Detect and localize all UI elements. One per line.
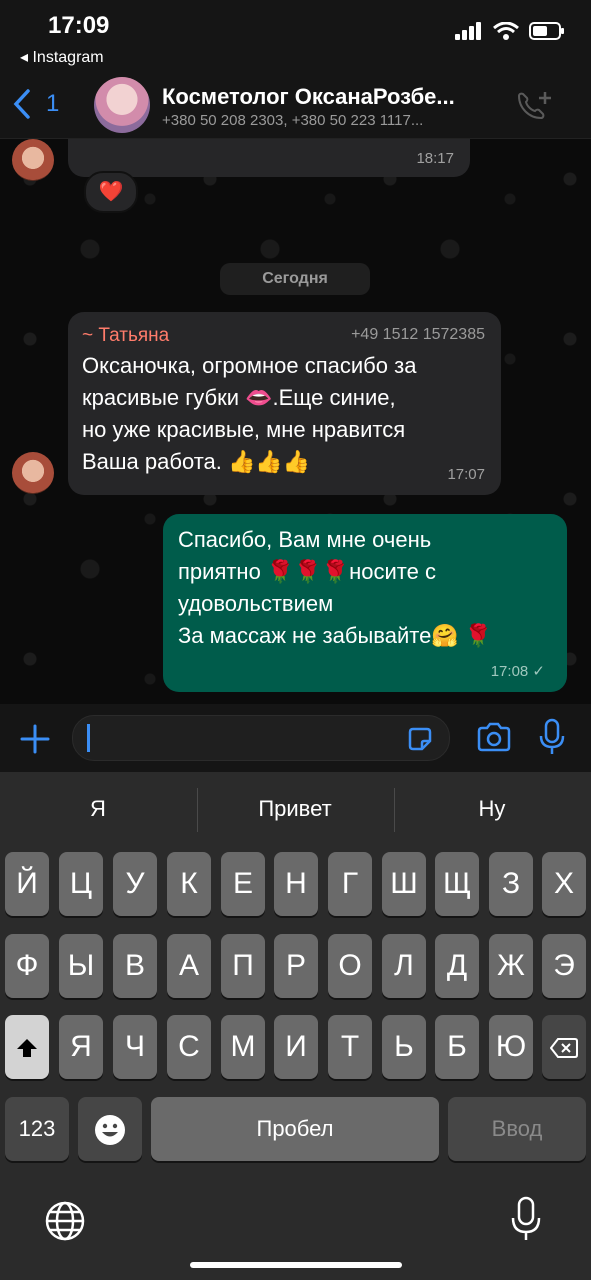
heart-reaction: ❤️ [98,181,124,203]
suggestion-divider [197,788,198,832]
key[interactable]: Ю [489,1015,533,1079]
status-time: 17:09 [48,12,110,39]
key[interactable]: Й [5,852,49,916]
key[interactable]: К [167,852,211,916]
emoji-icon [95,1115,125,1146]
key[interactable]: О [328,934,372,998]
keyboard: Я Привет Ну Й Ц У К Е Н Г Ш Щ З Х Ф Ы В … [0,772,591,1280]
unread-count: 1 [46,90,60,117]
chat-members[interactable]: +380 50 208 2303, +380 50 223 1117... [162,112,502,129]
chevron-left-icon [13,89,30,119]
sender-name[interactable]: ~ Татьяна [82,325,169,347]
key[interactable]: Щ [435,852,479,916]
camera-icon[interactable] [476,722,512,752]
chat-title[interactable]: Косметолог ОксанаРозбе... [162,84,502,110]
message-time: 18:17 [416,150,454,167]
message-input[interactable] [72,715,450,761]
message-line-2: красивые губки 👄.Еще синие, [82,385,396,410]
home-indicator [190,1262,402,1268]
plus-icon[interactable] [20,724,50,754]
chat-area[interactable]: 18:17 ❤️ Сегодня ~ Татьяна +49 1512 1572… [0,139,591,704]
key[interactable]: П [221,934,265,998]
globe-icon[interactable] [44,1200,86,1242]
reaction-badge[interactable]: ❤️ [84,171,138,213]
status-bar: 17:09 ◂ Instagram [0,0,591,70]
message-bubble-incoming[interactable]: ~ Татьяна +49 1512 1572385 Оксаночка, ог… [68,312,501,495]
key[interactable]: Г [328,852,372,916]
date-separator: Сегодня [220,263,370,295]
key[interactable]: М [221,1015,265,1079]
key[interactable]: Д [435,934,479,998]
signal-icon [455,22,481,40]
key[interactable]: Я [59,1015,103,1079]
message-line-2: приятно 🌹🌹🌹носите с [178,559,436,584]
sticker-icon[interactable] [407,726,433,752]
message-input-bar [0,704,591,772]
key[interactable]: Л [382,934,426,998]
message-line-3: удовольствием [178,591,334,616]
key[interactable]: У [113,852,157,916]
shift-key[interactable] [5,1015,49,1079]
text-cursor [87,724,90,752]
dictation-mic-icon[interactable] [510,1196,542,1242]
message-line-4: Ваша работа. 👍👍👍 [82,449,311,474]
backspace-icon [549,1038,578,1059]
wifi-icon [493,22,519,40]
message-bubble-outgoing[interactable]: Спасибо, Вам мне очень приятно 🌹🌹🌹носите… [163,514,567,692]
key[interactable]: Х [542,852,586,916]
key[interactable]: С [167,1015,211,1079]
back-button[interactable]: 1 [12,88,59,120]
sender-avatar[interactable] [12,139,54,181]
message-time-delivered: 17:08 ✓ [490,663,545,680]
key[interactable]: В [113,934,157,998]
key[interactable]: Ш [382,852,426,916]
sender-phone: +49 1512 1572385 [351,326,485,343]
backspace-key[interactable] [542,1015,586,1079]
space-key[interactable]: Пробел [151,1097,439,1161]
emoji-key[interactable] [78,1097,142,1161]
message-line-1: Спасибо, Вам мне очень [178,527,432,552]
key[interactable]: Ы [59,934,103,998]
sender-avatar[interactable] [12,452,54,494]
key[interactable]: Т [328,1015,372,1079]
key[interactable]: Ь [382,1015,426,1079]
key[interactable]: Ж [489,934,533,998]
numbers-key[interactable]: 123 [5,1097,69,1161]
key[interactable]: Ц [59,852,103,916]
back-to-instagram-link[interactable]: ◂ Instagram [20,47,104,67]
suggestion-1[interactable]: Я [8,796,188,822]
suggestion-divider [394,788,395,832]
key[interactable]: А [167,934,211,998]
suggestion-3[interactable]: Ну [402,796,582,822]
key[interactable]: Ч [113,1015,157,1079]
key[interactable]: З [489,852,533,916]
key[interactable]: Р [274,934,318,998]
chat-header: 1 Косметолог ОксанаРозбе... +380 50 208 … [0,70,591,139]
message-line-1: Оксаночка, огромное спасибо за [82,353,417,378]
key[interactable]: Б [435,1015,479,1079]
group-avatar[interactable] [94,77,150,133]
key[interactable]: Э [542,934,586,998]
suggestion-2[interactable]: Привет [205,796,385,822]
message-line-3: но уже красивые, мне нравится [82,417,406,442]
shift-arrow-icon [17,1039,37,1058]
enter-key[interactable]: Ввод [448,1097,586,1161]
key[interactable]: Н [274,852,318,916]
key[interactable]: Е [221,852,265,916]
key[interactable]: И [274,1015,318,1079]
add-call-icon[interactable] [515,90,553,124]
message-line-4: За массаж не забывайте🤗 🌹 [178,623,493,648]
battery-icon [529,22,564,40]
message-bubble-previous[interactable]: 18:17 [68,139,470,177]
key[interactable]: Ф [5,934,49,998]
microphone-icon[interactable] [538,718,566,756]
message-time: 17:07 [447,466,485,483]
